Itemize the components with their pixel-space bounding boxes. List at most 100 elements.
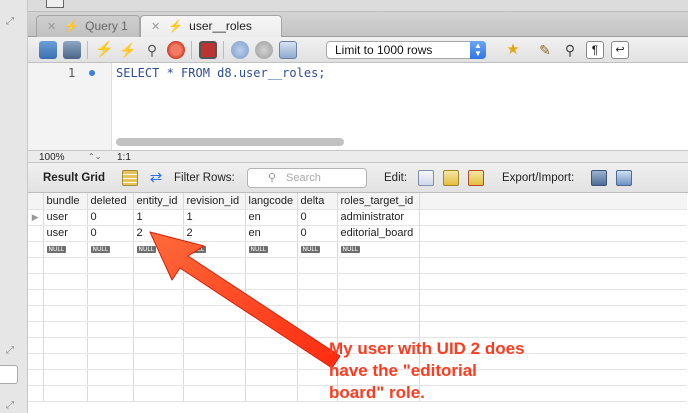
table-cell[interactable]: 1: [183, 209, 246, 226]
chevron-updown-icon: ▲ ▼: [470, 41, 486, 59]
null-badge: NULL: [300, 245, 321, 253]
tab-label: Query 1: [85, 19, 128, 33]
horizontal-scrollbar[interactable]: [116, 138, 344, 146]
grid-view-icon[interactable]: [122, 170, 138, 186]
open-folder-icon[interactable]: [39, 41, 57, 59]
table-row[interactable]: user 0 2 2 en 0 editorial_board: [28, 225, 687, 242]
lightning-icon: ⚡: [168, 19, 184, 33]
column-header[interactable]: langcode: [245, 193, 298, 210]
header-row: bundle deleted entity_id revision_id lan…: [28, 193, 687, 210]
annotation-line: My user with UID 2 does: [329, 339, 525, 358]
line-number: 1: [68, 66, 76, 80]
import-icon[interactable]: [616, 170, 632, 186]
edit-row-icon[interactable]: [418, 170, 434, 186]
column-header[interactable]: entity_id: [133, 193, 184, 210]
lightning-icon: ⚡: [64, 19, 80, 33]
stop-icon[interactable]: [167, 41, 185, 59]
table-cell[interactable]: 0: [87, 225, 134, 242]
left-gutter: ⤢ ⤢ ⤢: [0, 0, 28, 413]
table-cell[interactable]: 2: [133, 225, 184, 242]
expand-arrows-icon[interactable]: ⤢: [6, 400, 18, 412]
close-icon[interactable]: ✕: [151, 21, 160, 33]
wrap-lines-icon[interactable]: ↩: [611, 41, 629, 59]
bookmark-star-icon[interactable]: ★: [504, 41, 522, 59]
refresh-icon[interactable]: ⇄: [148, 170, 164, 186]
edit-label: Edit:: [384, 172, 408, 184]
table-cell[interactable]: 0: [297, 225, 338, 242]
filter-rows-label: Filter Rows:: [174, 172, 235, 184]
limit-rows-select[interactable]: Limit to 1000 rows ▲ ▼: [326, 41, 486, 59]
table-cell[interactable]: 1: [133, 209, 184, 226]
invisible-chars-icon[interactable]: ¶: [586, 41, 604, 59]
table-cell[interactable]: user: [43, 209, 88, 226]
table-cell[interactable]: editorial_board: [337, 225, 420, 242]
statement-marker-icon: [89, 70, 95, 76]
find-icon[interactable]: ⚲: [561, 41, 579, 59]
null-badge: NULL: [90, 245, 111, 253]
null-badge: NULL: [186, 245, 207, 253]
explain-icon[interactable]: ⚲: [143, 41, 161, 59]
tab-label: user__roles: [189, 19, 252, 33]
column-header[interactable]: bundle: [43, 193, 88, 210]
null-badge: NULL: [136, 245, 157, 253]
sql-editor[interactable]: 1 SELECT * FROM d8.user__roles;: [28, 63, 688, 150]
export-import-label: Export/Import:: [502, 172, 575, 184]
execute-icon[interactable]: ⚡: [95, 41, 114, 59]
cursor-position: 1:1: [117, 152, 131, 163]
window-icon[interactable]: [46, 0, 64, 8]
table-row[interactable]: ▶ user 0 1 1 en 0 administrator: [28, 209, 687, 226]
null-badge: NULL: [340, 245, 361, 253]
result-grid-label[interactable]: Result Grid: [43, 172, 105, 184]
result-toolbar: Result Grid ⇄ Filter Rows: ⚲ Search Edit…: [28, 163, 688, 193]
column-header[interactable]: roles_target_id: [337, 193, 420, 210]
table-cell[interactable]: 2: [183, 225, 246, 242]
zoom-level: 100%: [39, 152, 65, 163]
line-number-gutter: 1: [28, 63, 112, 150]
new-row[interactable]: NULL NULL NULL NULL NULL NULL NULL: [28, 241, 687, 258]
toggle-autocommit-icon[interactable]: [199, 41, 217, 59]
search-placeholder: Search: [286, 172, 321, 184]
null-badge: NULL: [46, 245, 67, 253]
empty-row: [28, 273, 687, 290]
close-icon[interactable]: ✕: [47, 21, 56, 33]
row-selector-icon[interactable]: ▶: [28, 209, 44, 226]
expand-arrows-icon[interactable]: ⤢: [6, 16, 18, 28]
empty-row: [28, 289, 687, 306]
toggle-inspector-icon[interactable]: [279, 41, 297, 59]
tab-bar: ✕ ⚡ Query 1 ✕ ⚡ user__roles: [28, 12, 688, 38]
tab-query-1[interactable]: ✕ ⚡ Query 1: [36, 15, 140, 37]
table-cell[interactable]: user: [43, 225, 88, 242]
expand-arrows-icon[interactable]: ⤢: [6, 345, 18, 357]
limit-select-value: Limit to 1000 rows: [335, 43, 433, 57]
empty-row: [28, 305, 687, 322]
save-icon[interactable]: [63, 41, 81, 59]
delete-row-icon[interactable]: [468, 170, 484, 186]
execute-current-icon[interactable]: ⚡: [119, 41, 137, 59]
table-cell[interactable]: administrator: [337, 209, 420, 226]
export-icon[interactable]: [591, 170, 607, 186]
annotation-note: My user with UID 2 does have the "editor…: [329, 338, 559, 404]
null-badge: NULL: [248, 245, 269, 253]
beautify-brush-icon[interactable]: ✎: [536, 41, 554, 59]
tab-user-roles[interactable]: ✕ ⚡ user__roles: [140, 15, 282, 38]
table-cell[interactable]: 0: [297, 209, 338, 226]
sql-toolbar: ⚡ ⚡ ⚲ Limit to 1000 rows ▲ ▼ ★ ✎ ⚲ ¶ ↩: [28, 37, 688, 63]
annotation-line: board" role.: [329, 383, 425, 402]
top-strip: [28, 0, 688, 12]
column-header[interactable]: deleted: [87, 193, 134, 210]
table-cell[interactable]: en: [245, 225, 298, 242]
empty-row: [28, 257, 687, 274]
editor-status-bar: 100% ⌃⌄ 1:1: [28, 150, 688, 163]
search-input[interactable]: ⚲ Search: [247, 168, 367, 188]
rollback-icon[interactable]: [255, 41, 273, 59]
table-cell[interactable]: en: [245, 209, 298, 226]
zoom-stepper-icon[interactable]: ⌃⌄: [88, 151, 101, 162]
table-cell[interactable]: 0: [87, 209, 134, 226]
commit-icon[interactable]: [231, 41, 249, 59]
sidebar-filter-field[interactable]: [0, 365, 18, 384]
empty-row: [28, 321, 687, 338]
column-header[interactable]: delta: [297, 193, 338, 210]
column-header[interactable]: revision_id: [183, 193, 246, 210]
add-row-icon[interactable]: [443, 170, 459, 186]
sql-statement[interactable]: SELECT * FROM d8.user__roles;: [116, 66, 326, 80]
